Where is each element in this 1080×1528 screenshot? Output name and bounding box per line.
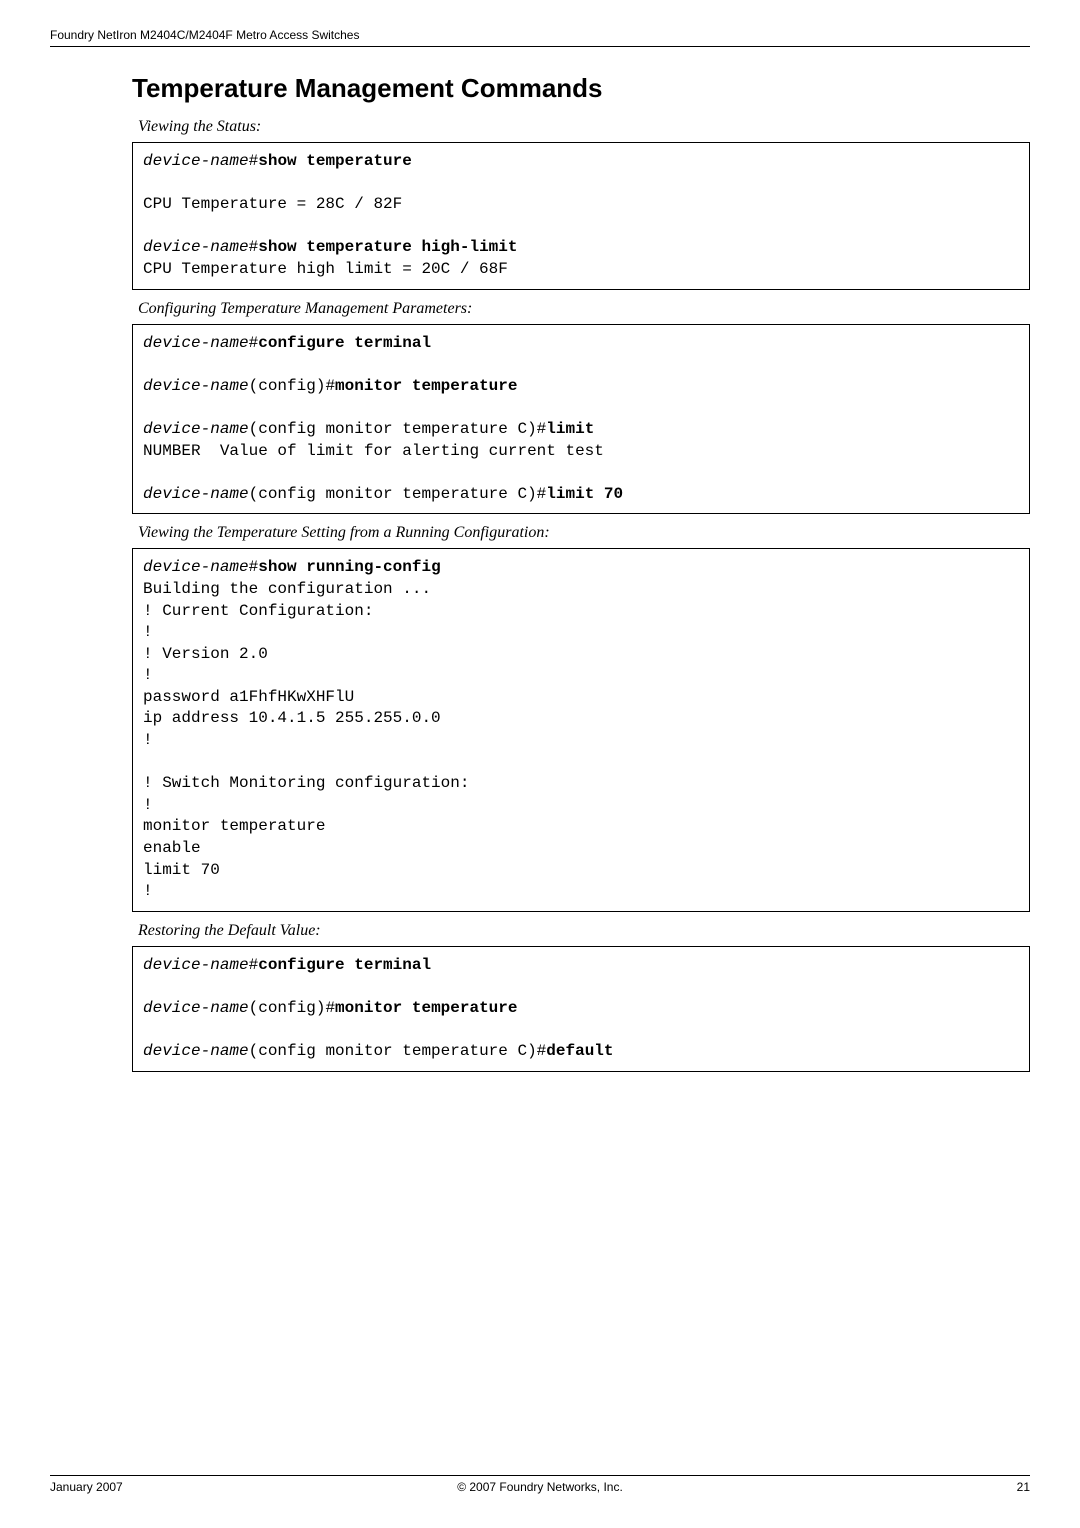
codebox-show-temperature: device-name#show temperature CPU Tempera… <box>132 142 1030 290</box>
cmd-monitor-temperature: monitor temperature <box>335 377 517 395</box>
footer-date: January 2007 <box>50 1480 123 1494</box>
ctx-config: (config)# <box>249 999 335 1017</box>
hash: # <box>249 334 259 352</box>
out-number-help: NUMBER Value of limit for alerting curre… <box>143 442 604 460</box>
codebox-configure: device-name#configure terminal device-na… <box>132 324 1030 515</box>
cmd-monitor-temperature: monitor temperature <box>335 999 517 1017</box>
page-footer: January 2007 © 2007 Foundry Networks, In… <box>50 1475 1030 1494</box>
ctx-config-monitor: (config monitor temperature C)# <box>249 420 547 438</box>
device-name-prompt: device-name <box>143 152 249 170</box>
footer-page-number: 21 <box>1017 1480 1030 1494</box>
cmd-configure-terminal: configure terminal <box>258 956 431 974</box>
ctx-config: (config)# <box>249 377 335 395</box>
cmd-show-temperature-high-limit: show temperature high-limit <box>258 238 517 256</box>
device-name-prompt: device-name <box>143 1042 249 1060</box>
ctx-config-monitor: (config monitor temperature C)# <box>249 485 547 503</box>
cmd-show-temperature: show temperature <box>258 152 412 170</box>
cmd-limit: limit <box>546 420 594 438</box>
device-name-prompt: device-name <box>143 558 249 576</box>
codebox-running-config: device-name#show running-config Building… <box>132 548 1030 912</box>
caption-restoring: Restoring the Default Value: <box>138 922 1030 940</box>
hash: # <box>249 956 259 974</box>
caption-configuring: Configuring Temperature Management Param… <box>138 300 1030 318</box>
device-name-prompt: device-name <box>143 420 249 438</box>
device-name-prompt: device-name <box>143 334 249 352</box>
running-config-output: Building the configuration ... ! Current… <box>143 580 469 900</box>
hash: # <box>249 152 259 170</box>
cmd-configure-terminal: configure terminal <box>258 334 431 352</box>
running-header: Foundry NetIron M2404C/M2404F Metro Acce… <box>50 28 1030 47</box>
device-name-prompt: device-name <box>143 999 249 1017</box>
footer-copyright: © 2007 Foundry Networks, Inc. <box>50 1480 1030 1494</box>
device-name-prompt: device-name <box>143 238 249 256</box>
out-cpu-temp-high-limit: CPU Temperature high limit = 20C / 68F <box>143 260 508 278</box>
hash: # <box>249 238 259 256</box>
out-cpu-temp: CPU Temperature = 28C / 82F <box>143 195 402 213</box>
cmd-default: default <box>546 1042 613 1060</box>
codebox-restore-default: device-name#configure terminal device-na… <box>132 946 1030 1072</box>
caption-viewing-status: Viewing the Status: <box>138 118 1030 136</box>
ctx-config-monitor: (config monitor temperature C)# <box>249 1042 547 1060</box>
device-name-prompt: device-name <box>143 956 249 974</box>
cmd-limit-70: limit 70 <box>546 485 623 503</box>
cmd-show-running-config: show running-config <box>258 558 440 576</box>
device-name-prompt: device-name <box>143 377 249 395</box>
caption-viewing-running: Viewing the Temperature Setting from a R… <box>138 524 1030 542</box>
section-title: Temperature Management Commands <box>132 73 1030 104</box>
device-name-prompt: device-name <box>143 485 249 503</box>
hash: # <box>249 558 259 576</box>
